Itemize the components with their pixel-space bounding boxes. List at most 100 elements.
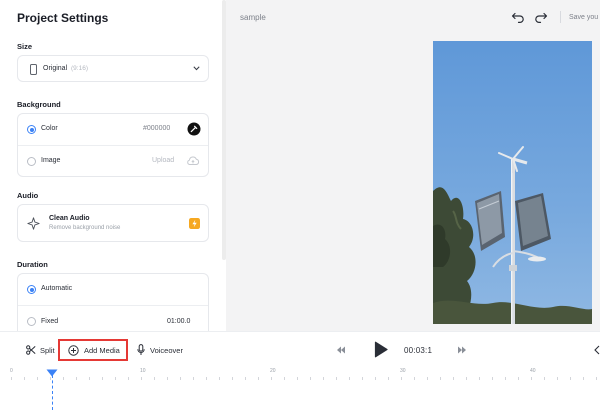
background-section-label: Background bbox=[17, 100, 61, 109]
chevron-down-icon bbox=[193, 66, 200, 71]
video-frame-image bbox=[433, 41, 592, 324]
duration-fixed-option[interactable]: Fixed 01:00.0 bbox=[18, 306, 208, 331]
fixed-duration-value[interactable]: 01:00.0 bbox=[167, 318, 190, 325]
fixed-label: Fixed bbox=[41, 318, 59, 325]
save-status: Save you bbox=[569, 14, 599, 21]
timeline-ruler bbox=[0, 376, 600, 377]
timeline-tick bbox=[193, 377, 194, 380]
timeline-tick bbox=[167, 377, 168, 380]
timeline-tick bbox=[37, 377, 38, 380]
playhead-line[interactable] bbox=[52, 375, 53, 410]
image-radio[interactable] bbox=[27, 157, 36, 166]
audio-section-label: Audio bbox=[17, 191, 39, 200]
project-name[interactable]: sample bbox=[240, 13, 266, 22]
timeline-tick bbox=[349, 377, 350, 380]
background-color-option[interactable]: Color #000000 bbox=[18, 114, 208, 145]
timeline-tick bbox=[258, 377, 259, 380]
timeline-tick-label: 0 bbox=[10, 368, 13, 374]
timeline-tick bbox=[11, 377, 12, 380]
split-button[interactable]: Split bbox=[24, 342, 58, 358]
add-media-label: Add Media bbox=[84, 346, 120, 355]
undo-icon[interactable] bbox=[510, 9, 526, 25]
timeline-tick bbox=[401, 377, 402, 380]
voiceover-button[interactable]: Voiceover bbox=[134, 342, 190, 358]
timeline-tick bbox=[518, 377, 519, 380]
timeline-tick bbox=[232, 377, 233, 380]
image-label: Image bbox=[41, 157, 61, 164]
timeline-tick-label: 20 bbox=[270, 368, 276, 374]
timeline-tick bbox=[388, 377, 389, 380]
timeline[interactable]: 0 10 20 30 40 bbox=[0, 367, 600, 410]
color-picker-icon[interactable] bbox=[187, 122, 201, 136]
timeline-tick bbox=[76, 377, 77, 380]
timeline-tick bbox=[206, 377, 207, 380]
skip-back-icon[interactable] bbox=[336, 346, 346, 354]
size-ratio: (9:16) bbox=[71, 65, 88, 72]
phone-icon bbox=[30, 64, 37, 75]
clean-audio-card[interactable]: Clean Audio Remove background noise bbox=[17, 204, 209, 242]
timeline-tick bbox=[323, 377, 324, 380]
size-select[interactable]: Original (9:16) bbox=[17, 55, 209, 82]
timeline-tick bbox=[297, 377, 298, 380]
timeline-tick bbox=[375, 377, 376, 380]
timeline-tick bbox=[63, 377, 64, 380]
timeline-tick bbox=[492, 377, 493, 380]
duration-section-label: Duration bbox=[17, 260, 48, 269]
timeline-tick bbox=[596, 377, 597, 380]
preview-area: sample Save you bbox=[226, 0, 600, 331]
size-section-label: Size bbox=[17, 42, 33, 51]
timeline-tick bbox=[50, 377, 51, 380]
timeline-tick-label: 40 bbox=[530, 368, 536, 374]
scissors-icon bbox=[26, 345, 36, 355]
timeline-tick bbox=[141, 377, 142, 380]
playback-time: 00:03:1 bbox=[404, 346, 433, 355]
timeline-tick bbox=[336, 377, 337, 380]
sparkle-icon bbox=[27, 217, 40, 230]
timeline-tick bbox=[115, 377, 116, 380]
video-preview[interactable] bbox=[433, 41, 592, 324]
add-media-button[interactable]: Add Media bbox=[58, 339, 128, 361]
plus-circle-icon bbox=[68, 345, 79, 356]
timeline-tick bbox=[102, 377, 103, 380]
duration-automatic-option[interactable]: Automatic bbox=[18, 274, 208, 305]
color-label: Color bbox=[41, 125, 58, 132]
clean-audio-description: Remove background noise bbox=[49, 225, 121, 231]
play-icon[interactable] bbox=[374, 341, 388, 358]
size-value: Original bbox=[43, 65, 68, 72]
background-options-card: Color #000000 Image Upload bbox=[17, 113, 209, 177]
timeline-tick bbox=[362, 377, 363, 380]
cloud-upload-icon[interactable] bbox=[186, 155, 200, 166]
timeline-tick bbox=[505, 377, 506, 380]
timeline-tick bbox=[245, 377, 246, 380]
redo-icon[interactable] bbox=[533, 9, 549, 25]
timeline-tick bbox=[24, 377, 25, 380]
duration-options-card: Automatic Fixed 01:00.0 bbox=[17, 273, 209, 331]
project-settings-panel: Project Settings Size Original (9:16) Ba… bbox=[0, 0, 224, 331]
fixed-radio[interactable] bbox=[27, 317, 36, 326]
timeline-tick bbox=[466, 377, 467, 380]
header-divider bbox=[560, 11, 561, 23]
timeline-tick bbox=[271, 377, 272, 380]
playhead-handle-icon[interactable] bbox=[46, 369, 58, 377]
chevron-left-icon[interactable] bbox=[594, 345, 600, 355]
skip-forward-icon[interactable] bbox=[457, 346, 467, 354]
automatic-radio[interactable] bbox=[27, 285, 36, 294]
color-hex-value[interactable]: #000000 bbox=[143, 125, 170, 132]
timeline-tick bbox=[219, 377, 220, 380]
timeline-tick bbox=[427, 377, 428, 380]
color-radio[interactable] bbox=[27, 125, 36, 134]
background-image-option[interactable]: Image Upload bbox=[18, 146, 208, 177]
timeline-tick bbox=[479, 377, 480, 380]
automatic-label: Automatic bbox=[41, 285, 73, 292]
timeline-tick bbox=[570, 377, 571, 380]
timeline-tick bbox=[544, 377, 545, 380]
premium-badge-icon bbox=[189, 218, 200, 229]
timeline-tick bbox=[310, 377, 311, 380]
timeline-tick-label: 10 bbox=[140, 368, 146, 374]
timeline-tick bbox=[128, 377, 129, 380]
clean-audio-title: Clean Audio bbox=[49, 215, 90, 222]
timeline-tick bbox=[154, 377, 155, 380]
timeline-tick bbox=[414, 377, 415, 380]
timeline-tick bbox=[557, 377, 558, 380]
upload-link[interactable]: Upload bbox=[152, 157, 174, 164]
